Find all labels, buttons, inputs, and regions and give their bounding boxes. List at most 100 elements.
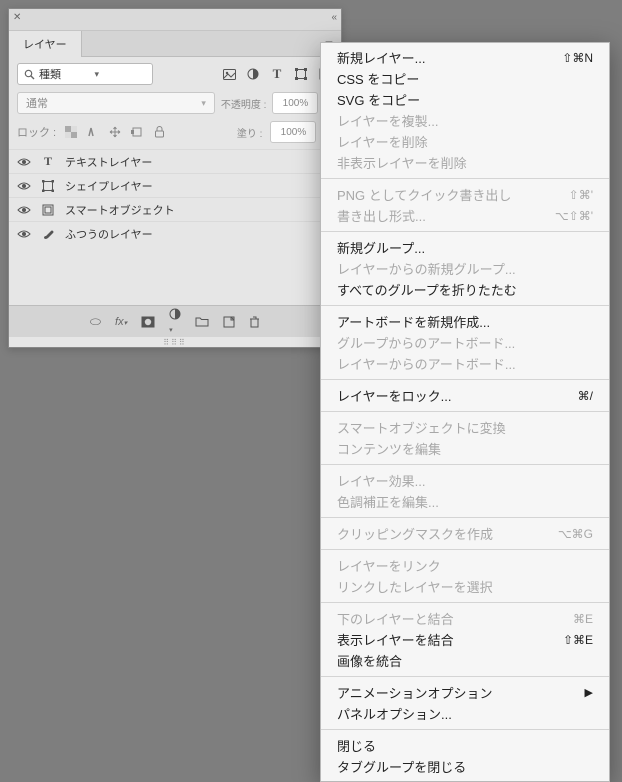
menu-item-label: 色調補正を編集... xyxy=(337,492,439,511)
adjustment-icon[interactable]: ▾ xyxy=(169,308,181,335)
tab-layers[interactable]: レイヤー xyxy=(9,31,82,57)
menu-item-label: アニメーションオプション xyxy=(337,683,492,702)
menu-item-label: レイヤーをロック... xyxy=(337,386,451,405)
menu-item: レイヤーを複製... xyxy=(321,110,609,131)
link-icon[interactable]: ⬭ xyxy=(90,314,101,330)
menu-item[interactable]: アニメーションオプション▶ xyxy=(321,682,609,703)
menu-item[interactable]: レイヤーをロック... ⌘/ xyxy=(321,385,609,406)
menu-item: レイヤーからの新規グループ... xyxy=(321,258,609,279)
blend-mode-label: 通常 xyxy=(26,95,48,111)
menu-item-label: PNG としてクイック書き出し xyxy=(337,185,511,204)
menu-item[interactable]: SVG をコピー xyxy=(321,89,609,110)
layer-name: スマートオブジェクト xyxy=(65,202,175,218)
menu-item[interactable]: 画像を統合 xyxy=(321,650,609,671)
menu-separator xyxy=(321,517,609,518)
menu-item[interactable]: パネルオプション... xyxy=(321,703,609,724)
panel-titlebar: ✕ « xyxy=(9,9,341,31)
menu-item-label: パネルオプション... xyxy=(337,704,452,723)
layers-context-menu: 新規レイヤー...⇧⌘NCSS をコピーSVG をコピーレイヤーを複製...レイ… xyxy=(320,42,610,782)
menu-item[interactable]: すべてのグループを折りたたむ xyxy=(321,279,609,300)
chevron-down-icon: ▾ xyxy=(95,69,147,80)
menu-item: スマートオブジェクトに変換 xyxy=(321,417,609,438)
mask-icon[interactable] xyxy=(141,316,155,328)
layer-name: テキストレイヤー xyxy=(65,154,152,170)
fill-input[interactable]: 100% xyxy=(270,121,316,143)
menu-item: PNG としてクイック書き出し ⇧⌘' xyxy=(321,184,609,205)
fx-icon[interactable]: fx▾ xyxy=(115,316,127,328)
menu-item: レイヤーからのアートボード... xyxy=(321,353,609,374)
filter-row: 種類 ▾ T xyxy=(9,57,341,89)
layer-row[interactable]: スマートオブジェクト xyxy=(9,197,341,221)
menu-separator xyxy=(321,178,609,179)
menu-item-label: 表示レイヤーを結合 xyxy=(337,630,454,649)
layers-panel: ✕ « レイヤー ≡ 種類 ▾ T 通常 ▾ 不透明度 : 100% ▾ ロック… xyxy=(8,8,342,348)
menu-item-label: SVG をコピー xyxy=(337,90,420,109)
menu-separator xyxy=(321,729,609,730)
menu-item: レイヤーをリンク xyxy=(321,555,609,576)
visibility-icon[interactable] xyxy=(17,157,31,167)
menu-item-label: グループからのアートボード... xyxy=(337,333,515,352)
layer-row[interactable]: シェイプレイヤー xyxy=(9,173,341,197)
lock-row: ロック : 塗り : 100% ▾ xyxy=(9,117,341,149)
filter-kind-label: 種類 xyxy=(39,66,91,82)
opacity-input[interactable]: 100% xyxy=(272,92,318,114)
lock-position-icon[interactable] xyxy=(108,125,122,139)
menu-item-label: リンクしたレイヤーを選択 xyxy=(337,577,493,596)
blend-mode-select[interactable]: 通常 ▾ xyxy=(17,92,215,114)
menu-item: コンテンツを編集 xyxy=(321,438,609,459)
lock-all-icon[interactable] xyxy=(152,125,166,139)
collapse-icon[interactable]: « xyxy=(331,12,337,23)
menu-shortcut: ⌥⇧⌘' xyxy=(555,209,593,223)
layer-name: ふつうのレイヤー xyxy=(65,226,153,242)
menu-item: 非表示レイヤーを削除 xyxy=(321,152,609,173)
filter-type-icon[interactable]: T xyxy=(269,66,285,82)
layer-row[interactable]: ふつうのレイヤー xyxy=(9,221,341,245)
menu-item-label: クリッピングマスクを作成 xyxy=(337,524,493,543)
trash-icon[interactable] xyxy=(249,316,260,328)
resize-grip[interactable]: ⠿⠿⠿ xyxy=(9,337,341,347)
lock-transparent-icon[interactable] xyxy=(64,125,78,139)
menu-item: クリッピングマスクを作成 ⌥⌘G xyxy=(321,523,609,544)
menu-item-label: レイヤーを複製... xyxy=(337,111,438,130)
menu-shortcut: ⌥⌘G xyxy=(558,527,593,541)
visibility-icon[interactable] xyxy=(17,205,31,215)
menu-shortcut: ⇧⌘' xyxy=(569,188,593,202)
menu-item[interactable]: 新規グループ... xyxy=(321,237,609,258)
lock-label: ロック : xyxy=(17,124,56,140)
menu-item[interactable]: CSS をコピー xyxy=(321,68,609,89)
layer-row[interactable]: Tテキストレイヤー xyxy=(9,149,341,173)
blend-row: 通常 ▾ 不透明度 : 100% ▾ xyxy=(9,89,341,117)
layers-list: Tテキストレイヤーシェイプレイヤースマートオブジェクトふつうのレイヤー xyxy=(9,149,341,245)
menu-item-label: 新規グループ... xyxy=(337,238,425,257)
menu-item: 色調補正を編集... xyxy=(321,491,609,512)
group-icon[interactable] xyxy=(195,316,209,327)
filter-pixel-icon[interactable] xyxy=(221,66,237,82)
menu-item: リンクしたレイヤーを選択 xyxy=(321,576,609,597)
lock-pixels-icon[interactable] xyxy=(86,125,100,139)
filter-adjust-icon[interactable] xyxy=(245,66,261,82)
visibility-icon[interactable] xyxy=(17,229,31,239)
new-layer-icon[interactable] xyxy=(223,316,235,328)
lock-artboard-icon[interactable] xyxy=(130,125,144,139)
menu-item[interactable]: 表示レイヤーを結合⇧⌘E xyxy=(321,629,609,650)
menu-separator xyxy=(321,411,609,412)
menu-item[interactable]: アートボードを新規作成... xyxy=(321,311,609,332)
menu-item-label: レイヤーからの新規グループ... xyxy=(337,259,516,278)
menu-shortcut: ⌘/ xyxy=(578,389,593,403)
menu-item-label: 下のレイヤーと結合 xyxy=(337,609,454,628)
filter-shape-icon[interactable] xyxy=(293,66,309,82)
menu-item: 書き出し形式...⌥⇧⌘' xyxy=(321,205,609,226)
filter-kind-select[interactable]: 種類 ▾ xyxy=(17,63,153,85)
close-icon[interactable]: ✕ xyxy=(13,12,21,23)
menu-item-label: アートボードを新規作成... xyxy=(337,312,490,331)
menu-item[interactable]: タブグループを閉じる xyxy=(321,756,609,777)
visibility-icon[interactable] xyxy=(17,181,31,191)
search-icon xyxy=(24,69,35,80)
menu-item[interactable]: 新規レイヤー...⇧⌘N xyxy=(321,47,609,68)
menu-shortcut: ⇧⌘N xyxy=(562,51,593,65)
menu-item: レイヤーを削除 xyxy=(321,131,609,152)
menu-item-label: 画像を統合 xyxy=(337,651,402,670)
menu-item-label: すべてのグループを折りたたむ xyxy=(337,280,517,299)
filter-icons: T xyxy=(221,66,333,82)
menu-item-label: レイヤー効果... xyxy=(337,471,425,490)
